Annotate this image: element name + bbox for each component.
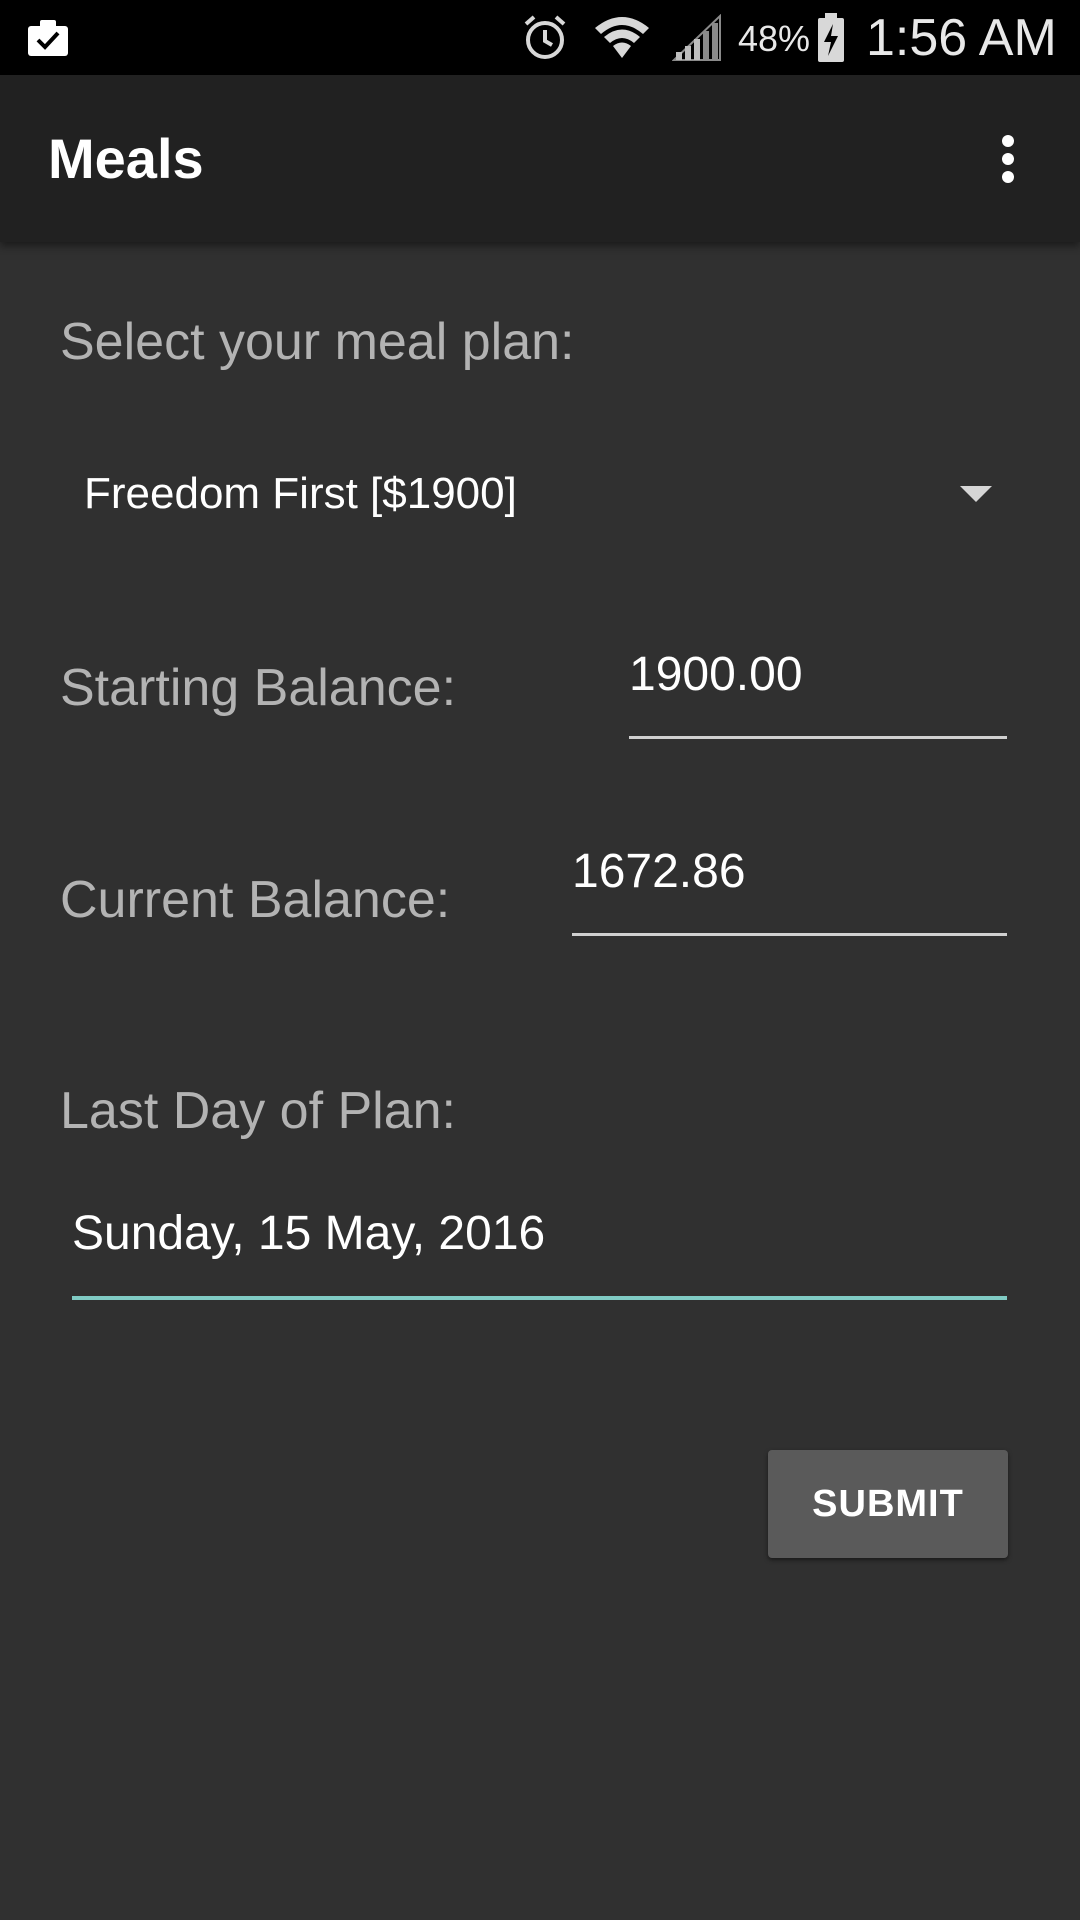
- app-title: Meals: [48, 127, 204, 190]
- screen: 48% 1:56 AM Meals Select your meal plan:…: [0, 0, 1080, 1920]
- app-bar: Meals: [0, 75, 1080, 242]
- signal-icon: [672, 14, 721, 61]
- meal-plan-label: Select your meal plan:: [60, 313, 575, 371]
- meal-plan-selected-value: Freedom First [$1900]: [84, 469, 517, 518]
- last-day-label: Last Day of Plan:: [60, 1082, 456, 1140]
- last-day-field[interactable]: Sunday, 15 May, 2016: [72, 1202, 1007, 1300]
- battery-charging-icon: [818, 13, 844, 62]
- status-clock: 1:56 AM: [866, 9, 1057, 67]
- current-balance-field[interactable]: 1672.86: [572, 840, 1007, 936]
- battery-percentage: 48%: [738, 18, 811, 59]
- status-bar: 48% 1:56 AM: [0, 0, 1080, 75]
- current-balance-label: Current Balance:: [60, 871, 451, 929]
- submit-button[interactable]: SUBMIT: [768, 1450, 1008, 1558]
- meal-plan-spinner[interactable]: Freedom First [$1900]: [60, 450, 1020, 538]
- wifi-icon: [595, 17, 649, 58]
- clipboard-check-icon: [28, 20, 68, 56]
- alarm-icon: [524, 15, 566, 59]
- more-vert-icon[interactable]: [986, 127, 1030, 191]
- starting-balance-field[interactable]: 1900.00: [629, 643, 1007, 739]
- starting-balance-label: Starting Balance:: [60, 659, 457, 717]
- dropdown-arrow-icon: [960, 486, 992, 502]
